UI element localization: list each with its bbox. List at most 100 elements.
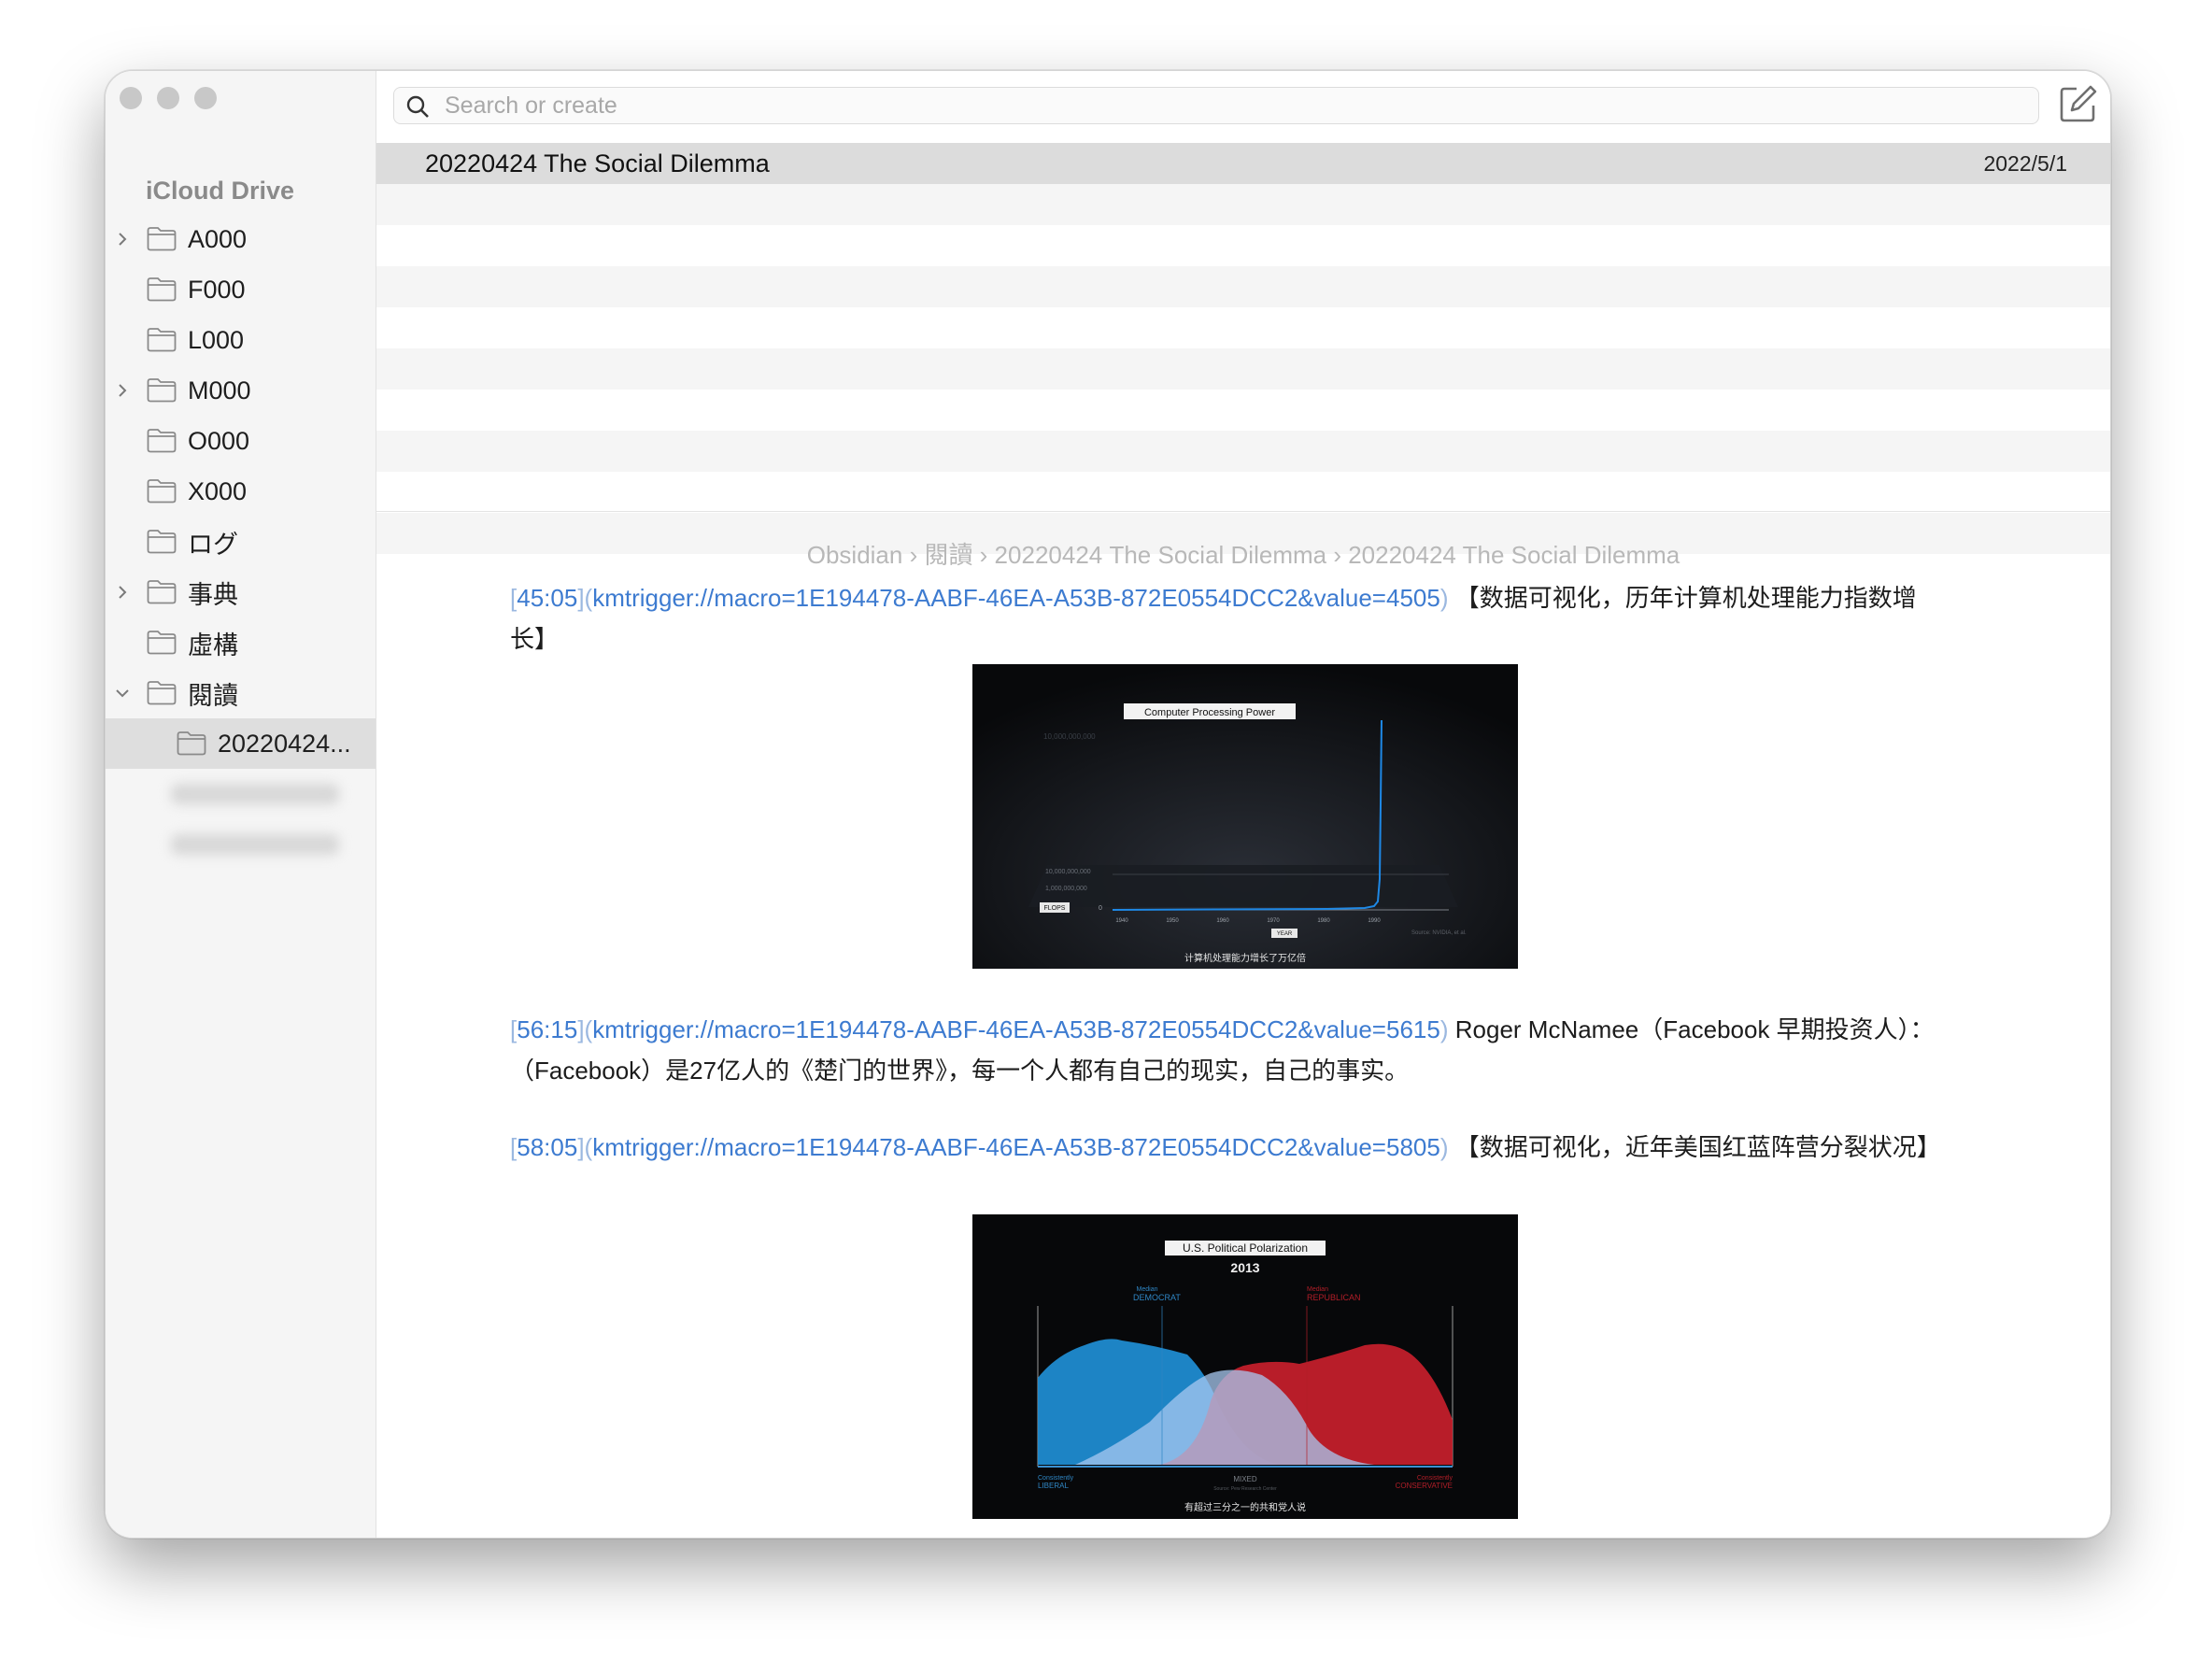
sidebar-item-a000[interactable]: A000 [106,214,376,264]
sidebar: iCloud Drive A000 F000 L000 M000 O000 X0… [106,71,376,1538]
chart-zero: 0 [1099,905,1102,912]
empty-row [376,472,2110,513]
folder-tree: A000 F000 L000 M000 O000 X000 ログ 事典 虛構 閱… [106,214,376,870]
left-small-label: Consistently [1038,1475,1074,1482]
sidebar-item-label: L000 [188,325,245,354]
empty-row [376,184,2110,225]
timestamp-link[interactable]: 58:05 [517,1133,577,1161]
search-input[interactable] [443,90,2016,121]
folder-icon [147,479,177,504]
sidebar-item-label: X000 [188,476,248,505]
main-pane: 20220424 The Social Dilemma 2022/5/1 Obs… [376,71,2110,1538]
note-title: 20220424 The Social Dilemma [425,149,770,177]
chart-title: Computer Processing Power [1144,707,1275,718]
chart-mid-label-2: 1,000,000,000 [1045,886,1087,892]
search-bar[interactable] [393,87,2039,124]
polarization-chart: U.S. Political Polarization 2013 Median … [972,1214,1518,1519]
zoom-window-button[interactable] [194,87,217,109]
blurred-item [106,819,376,870]
right-small-label: Consistently [1417,1475,1453,1482]
chart-source: Source: NVIDIA, et al. [1411,930,1467,936]
folder-icon [147,277,177,302]
folder-icon [147,530,177,554]
mixed-label: MIXED [1233,1475,1257,1483]
chevron-right-icon[interactable] [113,583,132,602]
app-window: iCloud Drive A000 F000 L000 M000 O000 X0… [105,70,2111,1539]
chevron-right-icon[interactable] [113,381,132,400]
sidebar-item-x000[interactable]: X000 [106,466,376,517]
sidebar-item-o000[interactable]: O000 [106,416,376,466]
macro-link[interactable]: kmtrigger://macro=1E194478-AABF-46EA-A53… [592,1015,1440,1043]
empty-row [376,307,2110,348]
empty-row [376,266,2110,307]
chart-mid-label: 10,000,000,000 [1045,869,1091,875]
sidebar-item-label: F000 [188,275,246,304]
breadcrumb: Obsidian › 閱讀 › 20220424 The Social Dile… [806,541,1680,569]
left-label: LIBERAL [1038,1482,1069,1490]
sidebar-item-fiction[interactable]: 虛構 [106,617,376,668]
folder-icon [147,681,177,705]
note-row[interactable]: 20220424 The Social Dilemma 2022/5/1 [376,143,2110,184]
empty-row [376,431,2110,472]
sidebar-item-label: 虛構 [188,631,238,660]
rep-label: REPUBLICAN [1307,1293,1361,1302]
timestamp-link[interactable]: 56:15 [517,1015,577,1043]
dem-label: DEMOCRAT [1133,1293,1181,1302]
note-content: Obsidian › 閱讀 › 20220424 The Social Dile… [376,512,2110,1538]
folder-icon [147,227,177,251]
processing-power-chart: Computer Processing Power 10,000,000,000… [972,664,1518,969]
year-tick-label: 1960 [1216,918,1229,924]
sidebar-item-label: M000 [188,376,251,404]
rep-small-label: Median [1307,1286,1328,1293]
dem-small-label: Median [1137,1286,1158,1293]
mixed-source: Source: Pew Research Center [1213,1486,1277,1492]
video-frame-image: U.S. Political Polarization 2013 Median … [972,1214,1518,1519]
macro-link[interactable]: kmtrigger://macro=1E194478-AABF-46EA-A53… [592,1133,1440,1161]
sidebar-item-20220424[interactable]: 20220424... [106,718,376,769]
right-label: CONSERVATIVE [1396,1482,1453,1490]
entry-text: 【数据可视化，近年美国红蓝阵营分裂状况】 [1454,1133,1941,1161]
sidebar-item-m000[interactable]: M000 [106,365,376,416]
year-tick-label: 1980 [1317,918,1330,924]
chevron-right-icon[interactable] [113,230,132,248]
chart-title: U.S. Political Polarization [1183,1241,1308,1255]
empty-row [376,348,2110,390]
empty-row [376,225,2110,266]
note-date: 2022/5/1 [1983,151,2067,176]
folder-icon [147,328,177,352]
sidebar-item-l000[interactable]: L000 [106,315,376,365]
folder-icon [147,631,177,655]
folder-icon [177,731,206,756]
window-controls [120,87,217,109]
year-tick-label: 1950 [1166,918,1179,924]
entry-1: [45:05](kmtrigger://macro=1E194478-AABF-… [510,584,1917,653]
sidebar-heading: iCloud Drive [146,177,295,205]
folder-icon [147,580,177,604]
chart-xlabel: YEAR [1277,931,1293,937]
timestamp-link[interactable]: 45:05 [517,584,577,612]
minimize-window-button[interactable] [157,87,179,109]
year-tick-label: 1940 [1115,918,1128,924]
sidebar-item-f000[interactable]: F000 [106,264,376,315]
empty-row [376,390,2110,431]
compose-icon[interactable] [2058,83,2099,124]
sidebar-item-dictionary[interactable]: 事典 [106,567,376,617]
sidebar-item-label: A000 [188,224,248,253]
chart-caption: 计算机处理能力增长了万亿倍 [1184,952,1306,964]
entry-text: Roger McNamee（Facebook 早期投资人）： [1454,1015,1935,1043]
chart-caption: 有超过三分之一的共和党人说 [1184,1501,1306,1513]
macro-link[interactable]: kmtrigger://macro=1E194478-AABF-46EA-A53… [592,584,1440,612]
close-window-button[interactable] [120,87,142,109]
entry-3: [58:05](kmtrigger://macro=1E194478-AABF-… [510,1133,1941,1161]
blurred-item [106,769,376,819]
entry-text-2: （Facebook）是27亿人的《楚门的世界》，每一个人都有自己的现实，自己的事… [510,1057,1410,1085]
video-frame-image: Computer Processing Power 10,000,000,000… [972,664,1518,969]
year-tick-label: 1990 [1368,918,1381,924]
folder-icon [147,429,177,453]
chart-ylabel: FLOPS [1044,905,1066,912]
sidebar-item-label: O000 [188,426,250,455]
sidebar-item-label: 20220424... [218,729,351,758]
chevron-down-icon[interactable] [113,684,132,702]
sidebar-item-log[interactable]: ログ [106,517,376,567]
sidebar-item-reading[interactable]: 閱讀 [106,668,376,718]
